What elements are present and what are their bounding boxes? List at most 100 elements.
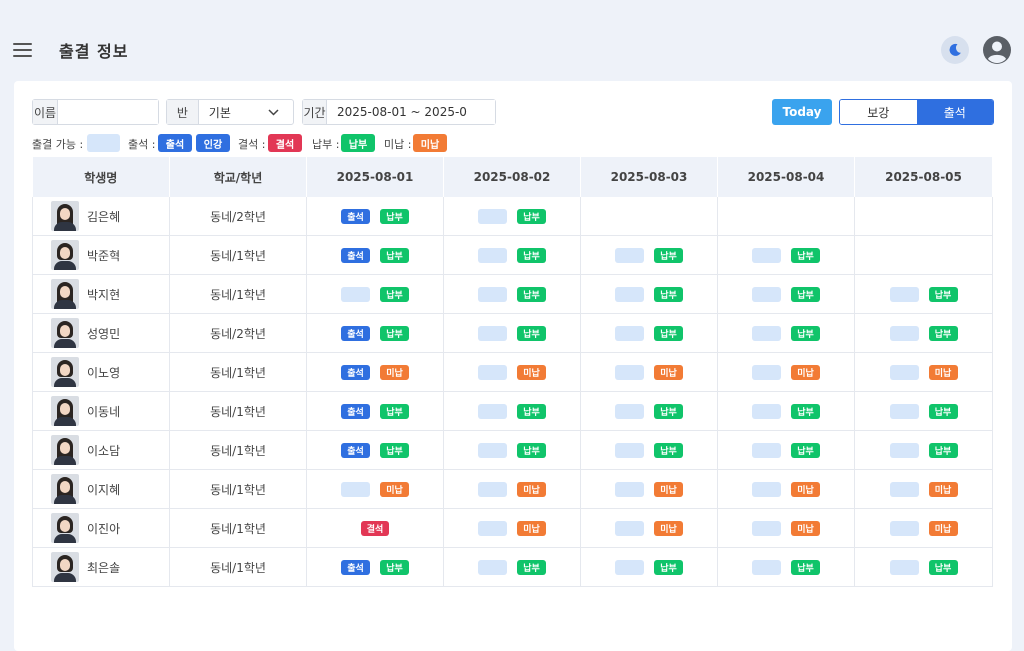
avail-badge[interactable]	[478, 442, 507, 458]
unpaid-badge[interactable]: 미납	[380, 364, 409, 380]
avail-badge[interactable]	[478, 286, 507, 302]
day-cell[interactable]: 미납	[443, 508, 581, 548]
avail-badge[interactable]	[478, 520, 507, 536]
day-cell[interactable]: 납부	[854, 313, 993, 353]
day-cell[interactable]: 미납	[580, 508, 718, 548]
avail-badge[interactable]	[615, 247, 644, 263]
avail-badge[interactable]	[478, 559, 507, 575]
day-cell[interactable]: 미납	[306, 469, 444, 509]
unpaid-badge[interactable]: 미납	[928, 364, 958, 380]
day-cell[interactable]	[854, 197, 993, 236]
avail-badge[interactable]	[752, 247, 781, 263]
avail-badge[interactable]	[341, 481, 370, 497]
avail-badge[interactable]	[889, 286, 919, 302]
hamburger-icon[interactable]	[13, 43, 32, 57]
day-cell[interactable]: 납부	[717, 274, 855, 314]
avail-badge[interactable]	[615, 481, 644, 497]
att-badge[interactable]: 출석	[341, 403, 370, 419]
day-cell[interactable]: 납부	[443, 197, 581, 236]
avail-badge[interactable]	[615, 559, 644, 575]
avail-badge[interactable]	[615, 325, 644, 341]
table-row[interactable]: 이진아 동네/1학년 결석 미납 미납 미납 미납	[32, 508, 993, 548]
paid-badge[interactable]: 납부	[791, 325, 820, 341]
table-row[interactable]: 이소담 동네/1학년 출석 납부 납부 납부 납부 납부	[32, 430, 993, 470]
unpaid-badge[interactable]: 미납	[791, 520, 820, 536]
name-input[interactable]	[58, 100, 158, 124]
att-badge[interactable]: 출석	[341, 247, 370, 263]
user-circle-icon[interactable]	[982, 35, 1012, 65]
paid-badge[interactable]: 납부	[654, 403, 683, 419]
paid-badge[interactable]: 납부	[517, 208, 546, 224]
att-badge[interactable]: 출석	[341, 559, 370, 575]
day-cell[interactable]: 미납	[717, 508, 855, 548]
day-cell[interactable]: 납부	[717, 547, 855, 587]
paid-badge[interactable]: 납부	[517, 559, 546, 575]
avail-badge[interactable]	[615, 442, 644, 458]
avail-badge[interactable]	[478, 325, 507, 341]
avail-badge[interactable]	[752, 559, 781, 575]
unpaid-badge[interactable]: 미납	[380, 481, 409, 497]
avail-badge[interactable]	[889, 442, 919, 458]
day-cell[interactable]: 납부	[580, 313, 718, 353]
day-cell[interactable]: 미납	[580, 352, 718, 392]
day-cell[interactable]: 납부	[443, 391, 581, 431]
period-input[interactable]	[327, 100, 495, 124]
paid-badge[interactable]: 납부	[791, 286, 820, 302]
day-cell[interactable]	[717, 197, 855, 236]
paid-badge[interactable]: 납부	[380, 442, 409, 458]
day-cell[interactable]: 납부	[443, 547, 581, 587]
day-cell[interactable]: 출석 납부	[306, 547, 444, 587]
paid-badge[interactable]: 납부	[380, 403, 409, 419]
paid-badge[interactable]: 납부	[654, 286, 683, 302]
table-row[interactable]: 성영민 동네/2학년 출석 납부 납부 납부 납부 납부	[32, 313, 993, 353]
abs-badge[interactable]: 결석	[361, 520, 389, 536]
day-cell[interactable]: 결석	[306, 508, 444, 548]
unpaid-badge[interactable]: 미납	[928, 520, 958, 536]
paid-badge[interactable]: 납부	[380, 325, 409, 341]
day-cell[interactable]: 미납	[443, 352, 581, 392]
avail-badge[interactable]	[615, 286, 644, 302]
paid-badge[interactable]: 납부	[928, 403, 958, 419]
avail-badge[interactable]	[478, 247, 507, 263]
today-button[interactable]: Today	[772, 99, 832, 125]
unpaid-badge[interactable]: 미납	[791, 481, 820, 497]
table-row[interactable]: 박지현 동네/1학년 납부 납부 납부 납부 납부	[32, 274, 993, 314]
avail-badge[interactable]	[752, 403, 781, 419]
paid-badge[interactable]: 납부	[791, 442, 820, 458]
day-cell[interactable]: 납부	[306, 274, 444, 314]
day-cell[interactable]: 납부	[717, 313, 855, 353]
avail-badge[interactable]	[752, 286, 781, 302]
paid-badge[interactable]: 납부	[517, 247, 546, 263]
unpaid-badge[interactable]: 미납	[517, 364, 546, 380]
paid-badge[interactable]: 납부	[654, 442, 683, 458]
avail-badge[interactable]	[615, 403, 644, 419]
avail-badge[interactable]	[889, 559, 919, 575]
paid-badge[interactable]: 납부	[791, 559, 820, 575]
avail-badge[interactable]	[889, 403, 919, 419]
attendance-tab[interactable]: 출석	[916, 100, 993, 124]
day-cell[interactable]: 납부	[717, 235, 855, 275]
day-cell[interactable]: 납부	[580, 430, 718, 470]
day-cell[interactable]: 출석 납부	[306, 313, 444, 353]
day-cell[interactable]	[854, 235, 993, 275]
day-cell[interactable]: 출석 납부	[306, 197, 444, 236]
table-row[interactable]: 이동네 동네/1학년 출석 납부 납부 납부 납부 납부	[32, 391, 993, 431]
day-cell[interactable]: 납부	[580, 391, 718, 431]
day-cell[interactable]: 납부	[854, 391, 993, 431]
unpaid-badge[interactable]: 미납	[517, 481, 546, 497]
day-cell[interactable]: 납부	[854, 430, 993, 470]
avail-badge[interactable]	[478, 364, 507, 380]
paid-badge[interactable]: 납부	[380, 559, 409, 575]
paid-badge[interactable]: 납부	[791, 403, 820, 419]
moon-icon[interactable]	[941, 36, 969, 64]
unpaid-badge[interactable]: 미납	[654, 520, 683, 536]
att-badge[interactable]: 출석	[341, 325, 370, 341]
day-cell[interactable]: 납부	[443, 430, 581, 470]
paid-badge[interactable]: 납부	[928, 325, 958, 341]
day-cell[interactable]: 납부	[854, 547, 993, 587]
table-row[interactable]: 최은솔 동네/1학년 출석 납부 납부 납부 납부 납부	[32, 547, 993, 587]
unpaid-badge[interactable]: 미납	[791, 364, 820, 380]
paid-badge[interactable]: 납부	[380, 247, 409, 263]
day-cell[interactable]: 미납	[717, 469, 855, 509]
paid-badge[interactable]: 납부	[380, 286, 409, 302]
